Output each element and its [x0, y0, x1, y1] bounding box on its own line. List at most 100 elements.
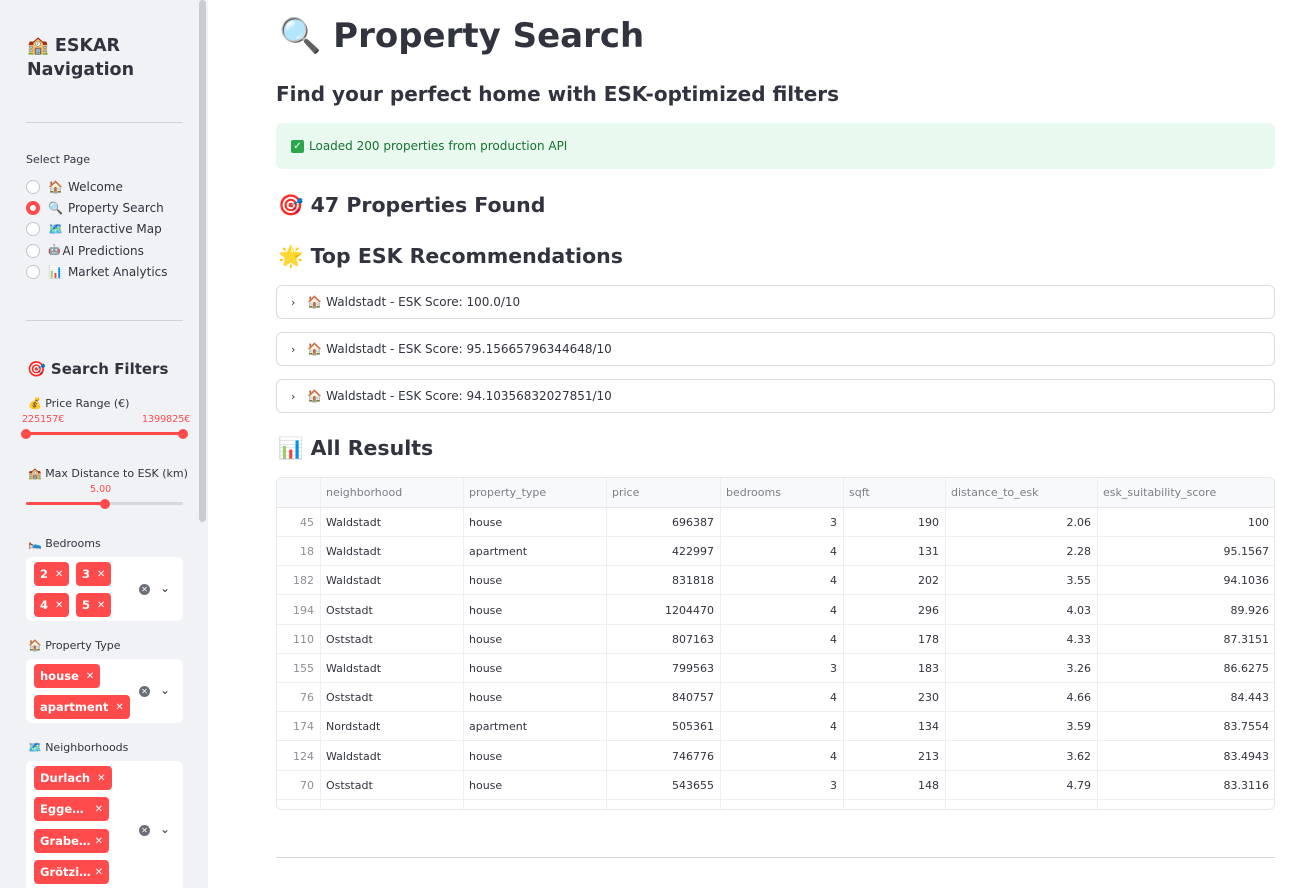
remove-tag-icon[interactable]: ✕	[95, 867, 103, 878]
row-index[interactable]: 18	[277, 537, 320, 566]
chevron-down-icon[interactable]: ⌄	[160, 581, 170, 595]
bedroom-tag[interactable]: 3 ✕	[76, 562, 112, 586]
table-cell[interactable]: house	[463, 771, 606, 800]
table-cell[interactable]: 4	[720, 596, 843, 625]
table-cell[interactable]: 4	[720, 566, 843, 595]
remove-tag-icon[interactable]: ✕	[97, 569, 105, 580]
column-header[interactable]: property_type	[463, 478, 606, 507]
table-cell[interactable]: house	[463, 508, 606, 537]
table-cell[interactable]: 3	[720, 654, 843, 683]
table-cell[interactable]: Waldstadt	[320, 742, 463, 771]
row-index[interactable]: 194	[277, 596, 320, 625]
chevron-down-icon[interactable]: ⌄	[160, 683, 170, 697]
table-cell[interactable]: 3.55	[945, 566, 1097, 595]
table-cell[interactable]: 100	[1097, 508, 1274, 537]
table-cell[interactable]: 4.66	[945, 683, 1097, 712]
remove-tag-icon[interactable]: ✕	[97, 600, 105, 611]
table-cell[interactable]: 178	[843, 625, 945, 654]
clear-all-icon[interactable]: ✕	[139, 686, 150, 697]
neighborhood-tag[interactable]: Durlach ✕	[34, 766, 112, 790]
radio-button-selected[interactable]	[26, 200, 40, 215]
table-cell[interactable]: 831818	[606, 566, 720, 595]
table-cell[interactable]: Waldstadt	[320, 537, 463, 566]
recommendation-expander[interactable]: › 🏠 Waldstadt - ESK Score: 95.1566579634…	[276, 332, 1275, 366]
neighborhood-tag[interactable]: Grötzi… ✕	[34, 860, 109, 884]
table-cell[interactable]: 86.6275	[1097, 654, 1274, 683]
table-cell[interactable]: 4	[720, 683, 843, 712]
table-cell[interactable]: Waldstadt	[320, 654, 463, 683]
remove-tag-icon[interactable]: ✕	[115, 702, 123, 713]
column-header[interactable]: price	[606, 478, 720, 507]
table-cell[interactable]: 183	[843, 654, 945, 683]
table-cell[interactable]: 2.06	[945, 508, 1097, 537]
row-index[interactable]: 70	[277, 771, 320, 800]
page-option-interactive-map[interactable]: 🗺️ Interactive Map	[26, 219, 168, 240]
price-min-thumb[interactable]	[21, 429, 31, 439]
radio-button[interactable]	[26, 264, 40, 279]
table-cell[interactable]: Nordstadt	[320, 712, 463, 741]
table-cell[interactable]: 799563	[606, 654, 720, 683]
table-cell[interactable]: Waldstadt	[320, 566, 463, 595]
table-cell[interactable]: 202	[843, 566, 945, 595]
radio-button[interactable]	[26, 222, 40, 237]
table-cell[interactable]: 4	[720, 537, 843, 566]
table-cell[interactable]: 4.79	[945, 771, 1097, 800]
remove-tag-icon[interactable]: ✕	[95, 804, 103, 815]
table-cell[interactable]: 83.3116	[1097, 771, 1274, 800]
table-cell[interactable]: 230	[843, 683, 945, 712]
distance-slider-thumb[interactable]	[100, 499, 110, 509]
table-cell[interactable]: 746776	[606, 742, 720, 771]
table-cell[interactable]: Oststadt	[320, 771, 463, 800]
table-row[interactable]: 45 Waldstadt house 696387 3 190 2.06 100	[277, 508, 1274, 537]
remove-tag-icon[interactable]: ✕	[95, 836, 103, 847]
row-index[interactable]: 182	[277, 566, 320, 595]
table-cell[interactable]: 505361	[606, 712, 720, 741]
table-cell[interactable]: 95.1567	[1097, 537, 1274, 566]
price-slider-track[interactable]	[26, 432, 183, 435]
table-cell[interactable]: Oststadt	[320, 683, 463, 712]
property-type-tag[interactable]: apartment ✕	[34, 695, 130, 719]
table-cell[interactable]: 84.443	[1097, 683, 1274, 712]
page-option-welcome[interactable]: 🏠 Welcome	[26, 176, 168, 197]
page-option-ai-predictions[interactable]: 🤖 AI Predictions	[26, 240, 168, 261]
remove-tag-icon[interactable]: ✕	[97, 773, 105, 784]
row-index[interactable]: 155	[277, 654, 320, 683]
table-cell[interactable]: 94.1036	[1097, 566, 1274, 595]
table-row[interactable]: 110 Oststadt house 807163 4 178 4.33 87.3151	[277, 625, 1274, 654]
remove-tag-icon[interactable]: ✕	[86, 671, 94, 682]
table-cell[interactable]: 1204470	[606, 596, 720, 625]
column-header[interactable]: esk_suitability_score	[1097, 478, 1274, 507]
column-header[interactable]: sqft	[843, 478, 945, 507]
column-header[interactable]: distance_to_esk	[945, 478, 1097, 507]
table-cell[interactable]: 4	[720, 625, 843, 654]
recommendation-expander[interactable]: › 🏠 Waldstadt - ESK Score: 94.1035683202…	[276, 379, 1275, 413]
table-cell[interactable]: 840757	[606, 683, 720, 712]
table-cell[interactable]: 4	[720, 712, 843, 741]
row-index[interactable]: 124	[277, 742, 320, 771]
table-cell[interactable]: 213	[843, 742, 945, 771]
row-index[interactable]: 76	[277, 683, 320, 712]
bedroom-tag[interactable]: 4 ✕	[34, 593, 70, 617]
table-cell[interactable]: apartment	[463, 712, 606, 741]
page-option-market-analytics[interactable]: 📊 Market Analytics	[26, 261, 168, 282]
table-cell[interactable]: 83.4943	[1097, 742, 1274, 771]
table-cell[interactable]: 190	[843, 508, 945, 537]
table-cell[interactable]: 3	[720, 771, 843, 800]
table-cell[interactable]: 87.3151	[1097, 625, 1274, 654]
table-cell[interactable]: 89.926	[1097, 596, 1274, 625]
table-cell[interactable]: 83.7554	[1097, 712, 1274, 741]
table-cell[interactable]: 148	[843, 771, 945, 800]
clear-all-icon[interactable]: ✕	[139, 825, 150, 836]
remove-tag-icon[interactable]: ✕	[55, 569, 63, 580]
table-cell[interactable]: 296	[843, 596, 945, 625]
radio-button[interactable]	[26, 243, 40, 258]
property-type-multiselect[interactable]: house ✕ apartment ✕ ✕ ⌄	[26, 659, 183, 723]
table-cell[interactable]: house	[463, 625, 606, 654]
bedrooms-multiselect[interactable]: 2 ✕ 3 ✕ 4 ✕ 5 ✕ ✕ ⌄	[26, 557, 183, 621]
results-table[interactable]: neighborhood property_type price bedrooms sq…	[276, 477, 1275, 810]
column-header[interactable]	[277, 478, 320, 507]
table-cell[interactable]: 2.28	[945, 537, 1097, 566]
table-cell[interactable]: 807163	[606, 625, 720, 654]
column-header[interactable]: neighborhood	[320, 478, 463, 507]
clear-all-icon[interactable]: ✕	[139, 584, 150, 595]
